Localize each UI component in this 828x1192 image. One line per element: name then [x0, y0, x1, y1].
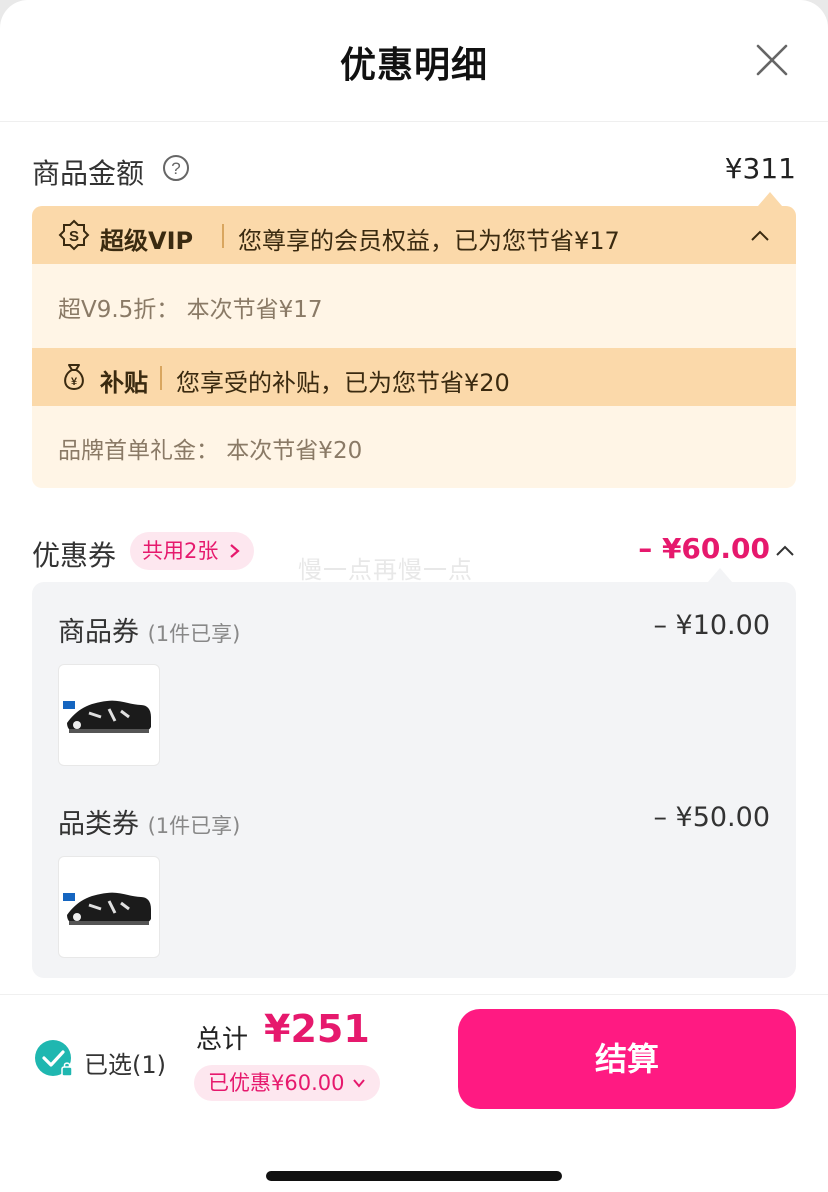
- goods-amount-row: 商品金额 ? ¥311: [32, 150, 796, 194]
- coupon-item-title: 品类券 (1件已享): [58, 802, 240, 841]
- benefit-pointer: [758, 192, 782, 206]
- selected-count: 已选(1): [84, 1051, 166, 1079]
- close-icon[interactable]: [752, 40, 792, 80]
- subsidy-name: 补贴: [100, 369, 148, 397]
- svg-text:¥: ¥: [71, 376, 78, 388]
- goods-amount-value: ¥311: [724, 152, 796, 185]
- coupon-total: – ¥60.00: [638, 532, 770, 565]
- coupon-item-amount: – ¥10.00: [653, 610, 770, 641]
- benefit-panel: S 超级VIP 您尊享的会员权益，已为您节省¥17 超V9.5折： 本次节省¥1…: [32, 206, 796, 488]
- chevron-up-icon[interactable]: [748, 224, 772, 248]
- shoe-image: [63, 892, 151, 925]
- coupon-item-name: 品类券: [58, 809, 139, 840]
- chevron-right-icon: [230, 544, 241, 558]
- coupon-panel: 商品券 (1件已享) – ¥10.00 品类券 (1件已享) – ¥50.00: [32, 582, 796, 978]
- sheet-title: 优惠明细: [339, 45, 488, 86]
- coupon-label: 优惠券: [32, 539, 117, 572]
- coupon-item-name: 商品券: [58, 617, 139, 648]
- coupon-item-amount: – ¥50.00: [653, 802, 770, 833]
- vip-desc: 您尊享的会员权益，已为您节省¥17: [238, 227, 620, 255]
- coupon-share-text: 共用2张: [142, 539, 219, 563]
- discount-detail-sheet: 优惠明细 商品金额 ? ¥311 S 超级VIP 您尊享的会员权益，已为您节省¥…: [0, 0, 828, 1192]
- subsidy-discount-line: 品牌首单礼金： 本次节省¥20: [58, 438, 363, 464]
- watermark-text: 慢一点再慢一点: [298, 556, 473, 584]
- product-thumbnail[interactable]: [58, 664, 160, 766]
- coupon-pointer: [708, 568, 732, 582]
- subsidy-desc: 您享受的补贴，已为您节省¥20: [176, 369, 510, 397]
- home-indicator: [266, 1171, 562, 1181]
- vip-name: 超级VIP: [100, 227, 194, 255]
- product-thumbnail[interactable]: [58, 856, 160, 958]
- svg-text:S: S: [69, 228, 79, 245]
- coupon-item-sub: (1件已享): [147, 814, 241, 838]
- coupon-share-pill[interactable]: 共用2张: [130, 532, 255, 570]
- subsidy-header: ¥ 补贴 您享受的补贴，已为您节省¥20: [32, 348, 796, 406]
- checkout-button[interactable]: 结算: [458, 1009, 796, 1109]
- chevron-up-icon[interactable]: [774, 540, 796, 562]
- shoe-image: [63, 700, 151, 733]
- coupon-item-title: 商品券 (1件已享): [58, 610, 240, 649]
- total-label: 总计: [196, 1025, 249, 1055]
- discount-summary-pill[interactable]: 已优惠¥60.00: [194, 1065, 381, 1101]
- chevron-down-icon: [353, 1079, 366, 1088]
- question-icon[interactable]: ?: [162, 154, 190, 182]
- coupon-item-sub: (1件已享): [147, 622, 241, 646]
- total-value: ¥251: [264, 1007, 370, 1051]
- goods-amount-label: 商品金额: [32, 157, 145, 190]
- checkbox-checked-icon[interactable]: [34, 1039, 74, 1079]
- vip-discount-line: 超V9.5折： 本次节省¥17: [58, 297, 323, 323]
- money-bag-icon: ¥: [64, 364, 84, 390]
- svg-text:?: ?: [171, 159, 180, 178]
- discount-summary-text: 已优惠¥60.00: [208, 1071, 345, 1095]
- vip-badge-icon: S: [58, 219, 90, 251]
- vip-header[interactable]: S 超级VIP 您尊享的会员权益，已为您节省¥17: [32, 206, 796, 264]
- subsidy-divider: [160, 366, 162, 390]
- vip-divider: [222, 224, 224, 248]
- checkout-bar: 已选(1) 总计 ¥251 已优惠¥60.00 结算: [0, 994, 828, 1192]
- sheet-header: 优惠明细: [0, 0, 828, 122]
